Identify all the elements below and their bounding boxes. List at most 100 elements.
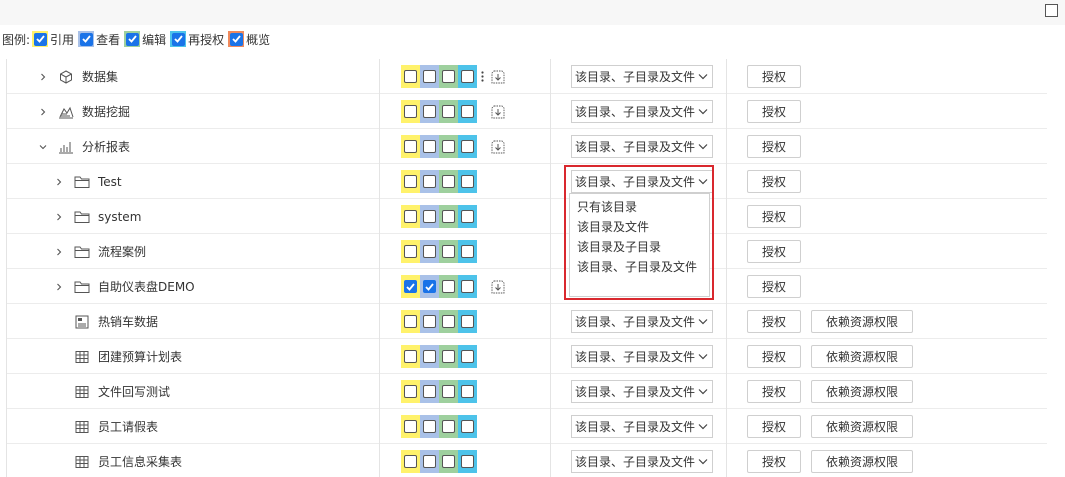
permission-checkbox[interactable]: [461, 280, 474, 293]
permission-checkbox[interactable]: [404, 245, 417, 258]
chevron-right-icon[interactable]: [54, 212, 64, 222]
grant-button[interactable]: 授权: [747, 450, 801, 473]
permission-checkbox[interactable]: [404, 350, 417, 363]
chevron-down-icon[interactable]: [38, 142, 48, 152]
permission-checkbox[interactable]: [404, 175, 417, 188]
dependency-permission-button[interactable]: 依赖资源权限: [811, 345, 913, 368]
grant-button[interactable]: 授权: [747, 240, 801, 263]
permission-checkbox[interactable]: [442, 175, 455, 188]
permission-checkbox[interactable]: [423, 420, 436, 433]
scope-select[interactable]: 该目录、子目录及文件: [571, 450, 713, 473]
grant-button[interactable]: 授权: [747, 135, 801, 158]
resource-name[interactable]: 数据集: [82, 68, 118, 85]
permission-checkbox[interactable]: [423, 350, 436, 363]
permission-checkbox[interactable]: [461, 105, 474, 118]
permission-checkbox[interactable]: [423, 455, 436, 468]
permission-checkbox[interactable]: [404, 70, 417, 83]
permission-checkbox[interactable]: [461, 70, 474, 83]
permission-checkbox[interactable]: [404, 455, 417, 468]
permission-checkbox[interactable]: [442, 70, 455, 83]
permission-checkbox[interactable]: [461, 315, 474, 328]
resource-name[interactable]: 分析报表: [82, 138, 130, 155]
permission-checkbox[interactable]: [442, 315, 455, 328]
scope-select[interactable]: 该目录、子目录及文件: [571, 380, 713, 403]
grant-button[interactable]: 授权: [747, 415, 801, 438]
chevron-right-icon[interactable]: [38, 107, 48, 117]
more-options-icon[interactable]: [481, 59, 489, 94]
inherit-permission-icon[interactable]: [491, 94, 505, 129]
permission-checkbox[interactable]: [423, 280, 436, 293]
permission-checkbox[interactable]: [461, 350, 474, 363]
dependency-permission-button[interactable]: 依赖资源权限: [811, 380, 913, 403]
grant-button[interactable]: 授权: [747, 100, 801, 123]
scope-select[interactable]: 该目录、子目录及文件: [571, 415, 713, 438]
permission-checkbox[interactable]: [442, 455, 455, 468]
scope-select[interactable]: 该目录、子目录及文件: [571, 135, 713, 158]
permission-checkbox[interactable]: [423, 245, 436, 258]
permission-checkbox[interactable]: [442, 280, 455, 293]
grant-button[interactable]: 授权: [747, 205, 801, 228]
permission-checkbox[interactable]: [423, 315, 436, 328]
grant-button[interactable]: 授权: [747, 345, 801, 368]
resource-name[interactable]: 文件回写测试: [98, 383, 170, 400]
scope-select[interactable]: 该目录、子目录及文件: [571, 310, 713, 333]
scope-select[interactable]: 该目录、子目录及文件: [571, 100, 713, 123]
grant-button[interactable]: 授权: [747, 65, 801, 88]
dependency-permission-button[interactable]: 依赖资源权限: [811, 450, 913, 473]
resource-name[interactable]: 流程案例: [98, 243, 146, 260]
resource-name[interactable]: 自助仪表盘DEMO: [98, 278, 195, 295]
permission-checkbox[interactable]: [404, 105, 417, 118]
grant-button[interactable]: 授权: [747, 310, 801, 333]
permission-checkbox[interactable]: [404, 210, 417, 223]
permission-checkbox[interactable]: [461, 175, 474, 188]
dropdown-option[interactable]: 该目录及文件: [570, 217, 709, 237]
permission-checkbox[interactable]: [461, 210, 474, 223]
permission-checkbox[interactable]: [404, 385, 417, 398]
scope-select[interactable]: 该目录、子目录及文件: [571, 345, 713, 368]
permission-checkbox[interactable]: [423, 210, 436, 223]
top-right-checkbox[interactable]: [1045, 4, 1058, 17]
permission-checkbox[interactable]: [461, 385, 474, 398]
permission-checkbox[interactable]: [461, 455, 474, 468]
grant-button[interactable]: 授权: [747, 275, 801, 298]
permission-checkbox[interactable]: [461, 245, 474, 258]
permission-checkbox[interactable]: [423, 105, 436, 118]
permission-checkbox[interactable]: [442, 105, 455, 118]
resource-name[interactable]: 员工请假表: [98, 418, 158, 435]
chevron-right-icon[interactable]: [54, 282, 64, 292]
permission-checkbox[interactable]: [461, 420, 474, 433]
permission-checkbox[interactable]: [442, 210, 455, 223]
chevron-right-icon[interactable]: [54, 177, 64, 187]
chevron-right-icon[interactable]: [54, 247, 64, 257]
inherit-permission-icon[interactable]: [491, 59, 505, 94]
permission-checkbox[interactable]: [404, 420, 417, 433]
resource-name[interactable]: 数据挖掘: [82, 103, 130, 120]
permission-checkbox[interactable]: [442, 420, 455, 433]
scope-select[interactable]: 该目录、子目录及文件: [571, 65, 713, 88]
dropdown-option[interactable]: 该目录及子目录: [570, 237, 709, 257]
permission-checkbox[interactable]: [423, 140, 436, 153]
dependency-permission-button[interactable]: 依赖资源权限: [811, 310, 913, 333]
resource-name[interactable]: 员工信息采集表: [98, 453, 182, 470]
permission-checkbox[interactable]: [404, 315, 417, 328]
inherit-permission-icon[interactable]: [491, 269, 505, 304]
resource-name[interactable]: 热销车数据: [98, 313, 158, 330]
permission-checkbox[interactable]: [461, 140, 474, 153]
grant-button[interactable]: 授权: [747, 170, 801, 193]
inherit-permission-icon[interactable]: [491, 129, 505, 164]
dropdown-option[interactable]: 该目录、子目录及文件: [570, 257, 709, 277]
permission-checkbox[interactable]: [442, 385, 455, 398]
permission-checkbox[interactable]: [404, 140, 417, 153]
permission-checkbox[interactable]: [442, 245, 455, 258]
permission-checkbox[interactable]: [442, 350, 455, 363]
permission-checkbox[interactable]: [423, 175, 436, 188]
resource-name[interactable]: system: [98, 210, 141, 224]
grant-button[interactable]: 授权: [747, 380, 801, 403]
dropdown-option[interactable]: 只有该目录: [570, 197, 709, 217]
resource-name[interactable]: 团建预算计划表: [98, 348, 182, 365]
resource-name[interactable]: Test: [98, 175, 122, 189]
permission-checkbox[interactable]: [404, 280, 417, 293]
permission-checkbox[interactable]: [423, 70, 436, 83]
permission-checkbox[interactable]: [442, 140, 455, 153]
dependency-permission-button[interactable]: 依赖资源权限: [811, 415, 913, 438]
